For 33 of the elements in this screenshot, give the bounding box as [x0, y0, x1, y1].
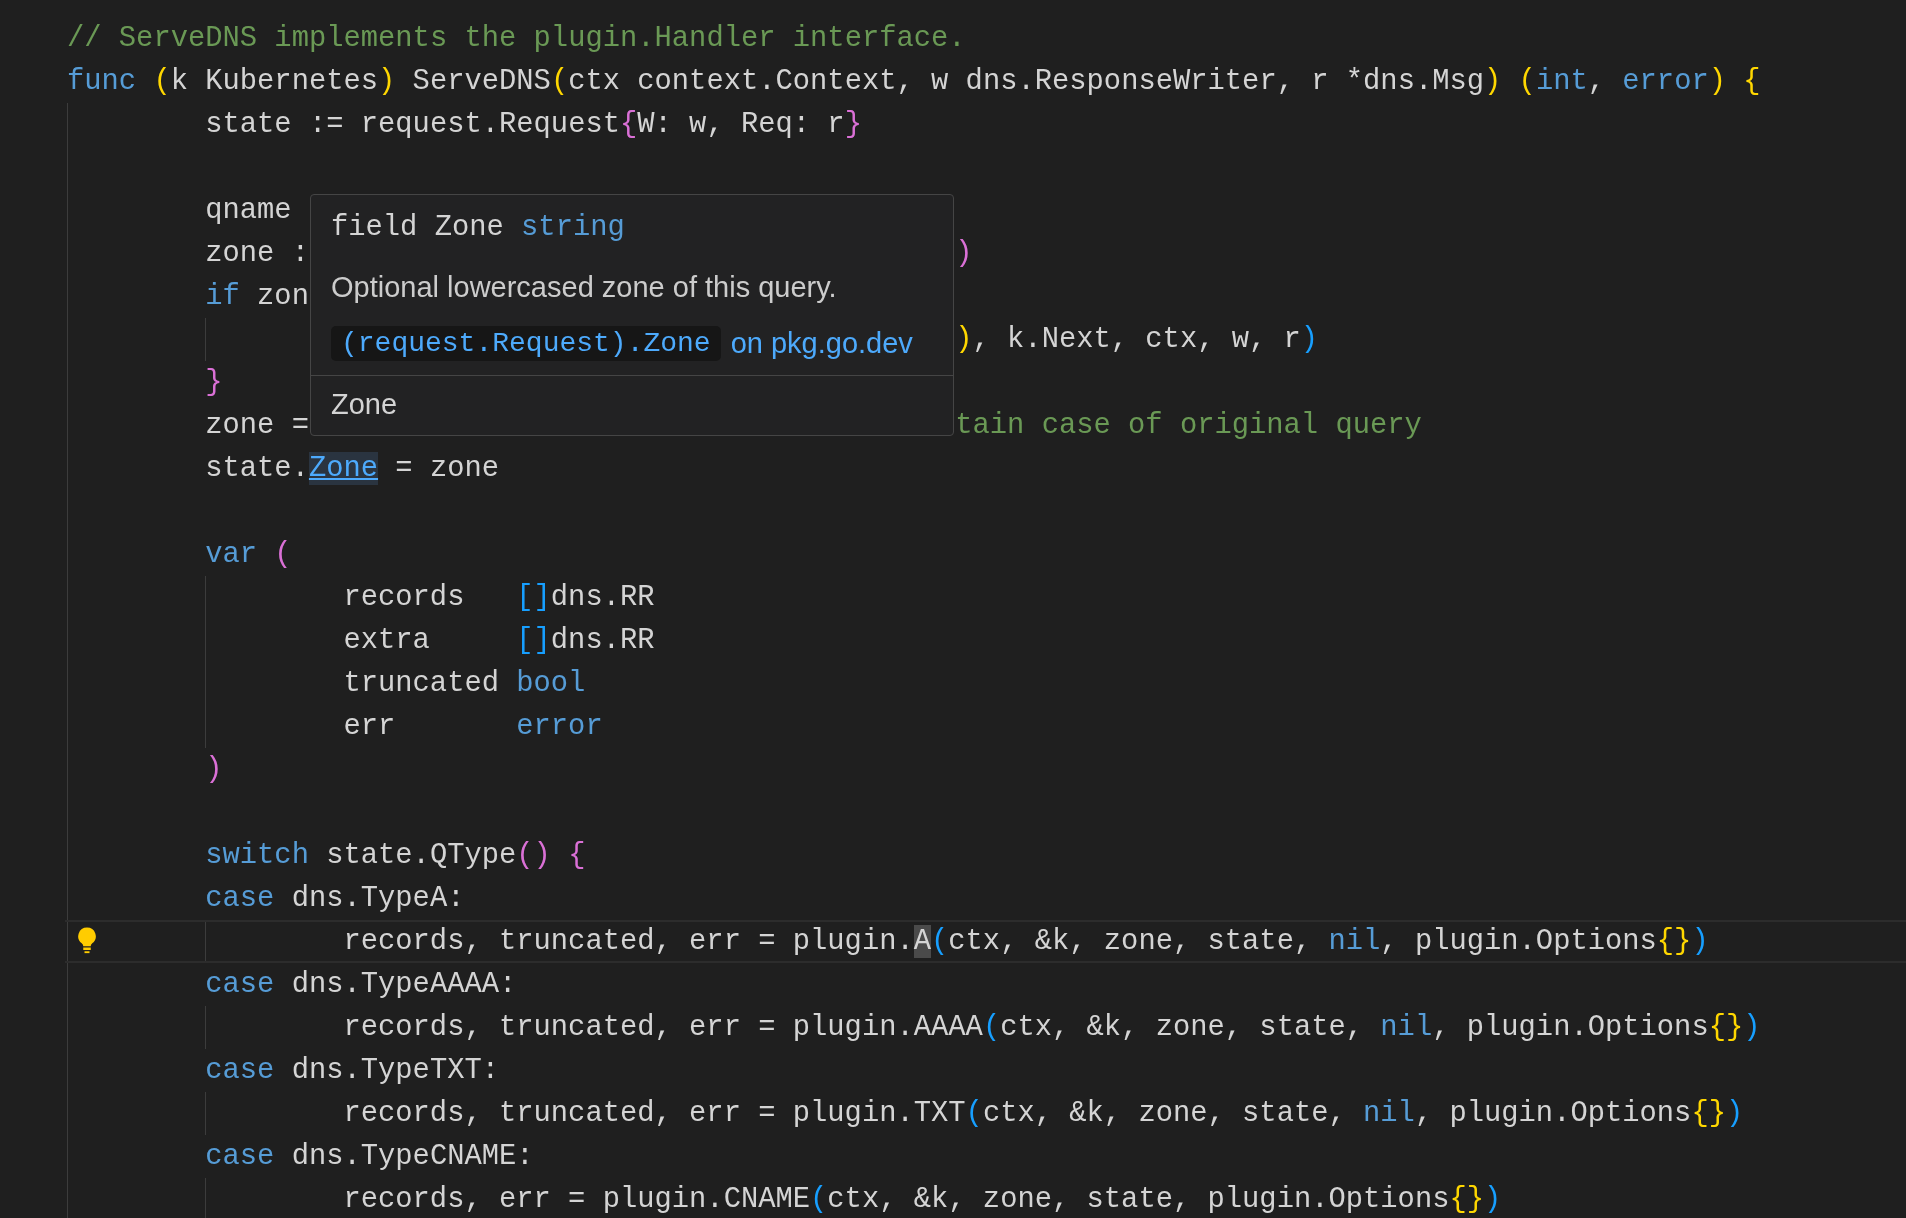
code-line: records, truncated, err = plugin.A(ctx, &k, zone, state, nil, plugin.Options{}): [343, 925, 1709, 958]
code-fragment: ), k.Next, ctx, w, r): [955, 323, 1319, 356]
code-fragment: zone :: [205, 237, 309, 270]
code-line: err error: [343, 710, 603, 743]
code-line: records, err = plugin.CNAME(ctx, &k, zone, state, plugin.Options{}): [343, 1183, 1502, 1216]
code-line: switch state.QType() {: [205, 839, 586, 872]
hover-description: Optional lowercased zone of this query.: [330, 270, 838, 304]
code-line: qname: [205, 194, 292, 227]
code-line: var (: [205, 538, 292, 571]
code-line: func (k Kubernetes) ServeDNS(ctx context.Context, w dns.ResponseWriter, r *dns.Msg) (int, error) {: [67, 65, 1761, 98]
hover-footer-text: Zone: [311, 375, 953, 435]
lightbulb-icon[interactable]: [77, 926, 97, 954]
code-line: case dns.TypeAAAA:: [205, 968, 517, 1001]
code-line: // ServeDNS implements the plugin.Handler interface.: [67, 22, 966, 55]
code-line: state.Zone = zone: [205, 452, 499, 485]
code-fragment: ): [955, 237, 973, 270]
code-line: case dns.TypeA:: [205, 882, 465, 915]
code-line: truncated bool: [343, 667, 586, 700]
code-fragment: tain case of original query: [955, 409, 1422, 442]
code-line: state := request.Request{W: w, Req: r}: [205, 108, 862, 141]
source-link[interactable]: on pkg.go.dev: [730, 327, 913, 360]
symbol-reference-link[interactable]: (request.Request).Zone: [331, 326, 721, 361]
code-line: records, truncated, err = plugin.TXT(ctx, &k, zone, state, nil, plugin.Options{}): [343, 1097, 1744, 1130]
code-fragment: zone =: [205, 409, 309, 442]
code-line: records, truncated, err = plugin.AAAA(ctx, &k, zone, state, nil, plugin.Options{}): [343, 1011, 1761, 1044]
hover-signature: field Zone string: [330, 210, 626, 246]
code-line: }: [205, 366, 223, 399]
code-line: case dns.TypeTXT:: [205, 1054, 499, 1087]
code-line: case dns.TypeCNAME:: [205, 1140, 534, 1173]
code-line: ): [205, 753, 223, 786]
code-line: records []dns.RR: [343, 581, 655, 614]
code-line: if zon: [205, 280, 309, 313]
code-line: extra []dns.RR: [343, 624, 655, 657]
